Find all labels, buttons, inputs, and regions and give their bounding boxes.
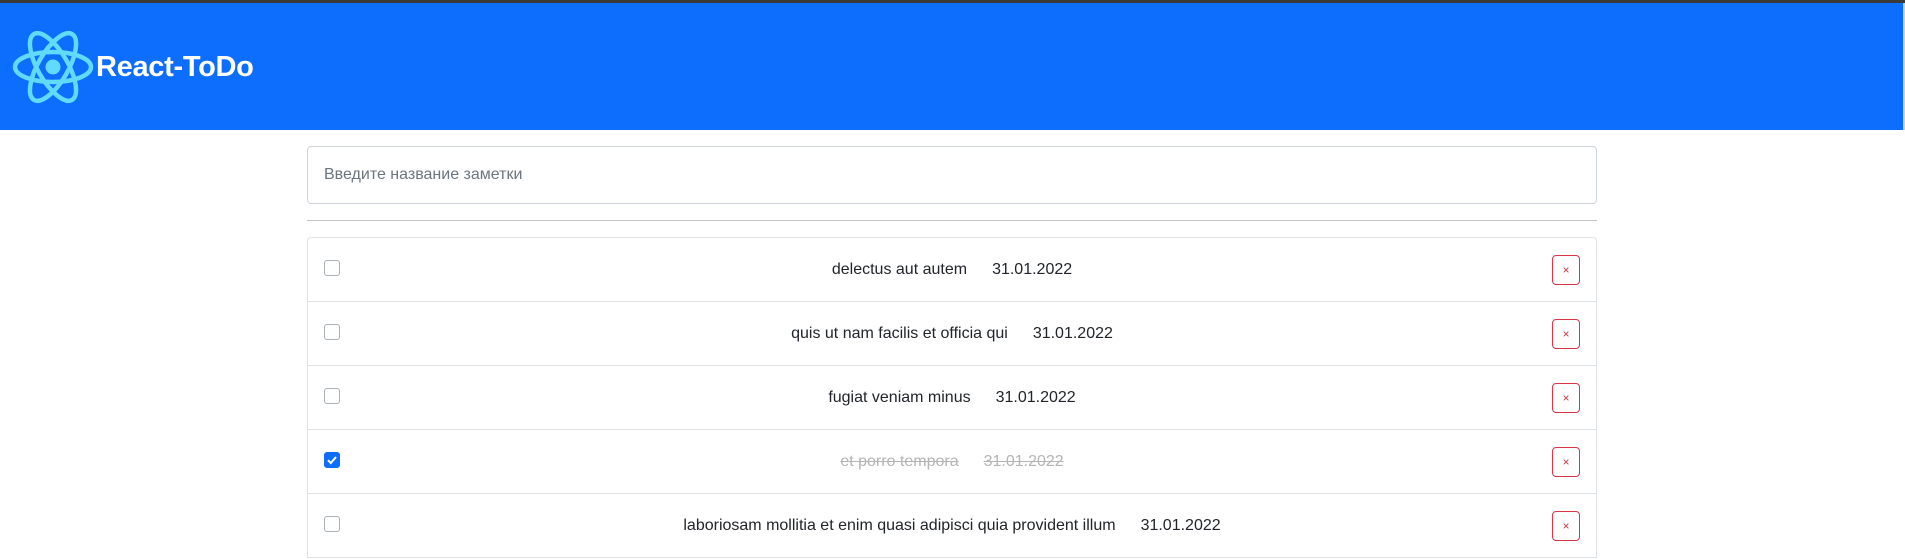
- delete-button[interactable]: ×: [1552, 319, 1580, 349]
- react-atom-icon: [12, 30, 94, 104]
- todo-checkbox[interactable]: [324, 388, 340, 404]
- todo-text: quis ut nam facilis et officia qui 31.01…: [791, 325, 1113, 343]
- todo-title: quis ut nam facilis et officia qui: [791, 324, 1008, 342]
- todo-checkbox[interactable]: [324, 516, 340, 532]
- todo-item: quis ut nam facilis et officia qui 31.01…: [308, 302, 1596, 366]
- todo-title: delectus aut autem: [831, 260, 968, 278]
- todo-text: et porro tempora 31.01.2022: [840, 453, 1063, 471]
- delete-button[interactable]: ×: [1552, 383, 1580, 413]
- delete-button[interactable]: ×: [1552, 511, 1580, 541]
- brand[interactable]: React-ToDo: [12, 21, 254, 113]
- close-icon: ×: [1562, 263, 1570, 277]
- todo-checkbox[interactable]: [324, 260, 340, 276]
- todo-checkbox[interactable]: [324, 324, 340, 340]
- todo-text: laboriosam mollitia et enim quasi adipis…: [683, 517, 1220, 535]
- app-title: React-ToDo: [96, 50, 254, 83]
- checkmark-icon: [327, 456, 337, 465]
- todo-item: fugiat veniam minus 31.01.2022 ×: [308, 366, 1596, 430]
- todo-item: delectus aut autem 31.01.2022 ×: [308, 238, 1596, 302]
- delete-button[interactable]: ×: [1552, 447, 1580, 477]
- main-content: delectus aut autem 31.01.2022 × quis ut …: [307, 146, 1597, 558]
- todo-item: laboriosam mollitia et enim quasi adipis…: [308, 494, 1596, 558]
- todo-date: 31.01.2022: [992, 260, 1073, 278]
- close-icon: ×: [1562, 519, 1570, 533]
- delete-button[interactable]: ×: [1552, 255, 1580, 285]
- todo-date: 31.01.2022: [983, 452, 1064, 470]
- todo-text: fugiat veniam minus 31.01.2022: [828, 389, 1075, 407]
- divider: [307, 220, 1597, 221]
- todo-date: 31.01.2022: [1140, 516, 1221, 534]
- close-icon: ×: [1562, 391, 1570, 405]
- todo-checkbox[interactable]: [324, 452, 340, 468]
- close-icon: ×: [1562, 455, 1570, 469]
- todo-title: fugiat veniam minus: [828, 388, 971, 406]
- todo-list: delectus aut autem 31.01.2022 × quis ut …: [307, 237, 1597, 558]
- todo-title: et porro tempora: [840, 452, 959, 470]
- note-title-input[interactable]: [307, 146, 1597, 204]
- todo-date: 31.01.2022: [1032, 324, 1113, 342]
- navbar: React-ToDo: [0, 3, 1903, 130]
- todo-date: 31.01.2022: [995, 388, 1076, 406]
- todo-text: delectus aut autem 31.01.2022: [832, 261, 1072, 279]
- todo-item: et porro tempora 31.01.2022 ×: [308, 430, 1596, 494]
- close-icon: ×: [1562, 327, 1570, 341]
- todo-title: laboriosam mollitia et enim quasi adipis…: [683, 516, 1116, 534]
